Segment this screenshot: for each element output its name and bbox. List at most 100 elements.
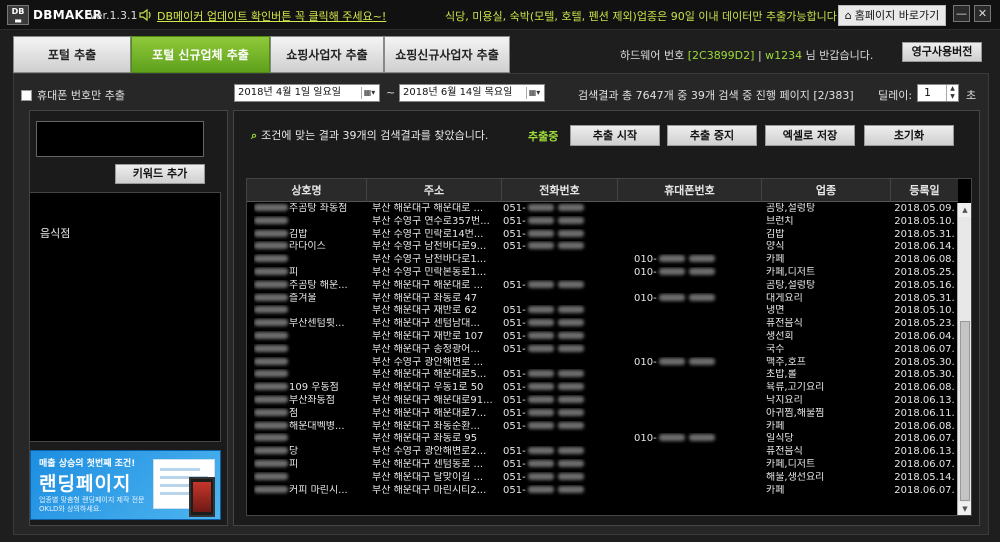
table-row[interactable]: 당 부산 수영구 광안해변로2... 051- 퓨전음식 2018.06.13. <box>247 446 958 459</box>
cell-text: 2018.05.16. <box>894 279 955 291</box>
cell-text: 051- <box>503 484 526 496</box>
tab-portal-new-extract[interactable]: 포털 신규업체 추출 <box>131 36 270 73</box>
table-row[interactable]: 부산 해운대구 송정광어... 051- 국수 2018.06.07. <box>247 344 958 357</box>
table-row[interactable]: 주곰탕 해운... 부산 해운대구 해운대로 ... 051- 곰탕,설렁탕 2018.… <box>247 280 958 293</box>
homepage-button-label: 홈페이지 바로가기 <box>854 9 940 22</box>
column-header-date[interactable]: 등록일 <box>891 179 958 202</box>
cell-text: 육류,고기요리 <box>766 382 825 394</box>
table-row[interactable]: 주곰탕 좌동점 부산 해운대구 해운대로 ... 051- 곰탕,설렁탕 2018.05… <box>247 203 958 216</box>
cell-text: 해운대벡병... <box>289 420 345 432</box>
cell-name: 주곰탕 해운... <box>254 280 367 293</box>
permanent-version-button[interactable]: 영구사용버전 <box>902 42 982 62</box>
redacted-text <box>688 293 715 301</box>
cell-date: 2018.06.14. <box>891 241 958 254</box>
cell-cat: 카페,디저트 <box>766 267 891 280</box>
cell-text: 부산 해운대구 좌동로 95 <box>372 433 478 445</box>
table-row[interactable]: 즐겨울 부산 해운대구 좌동로 47 010- 대게요리 2018.05.31. <box>247 293 958 306</box>
delay-stepper[interactable]: 1 ▲ ▼ <box>917 84 959 102</box>
close-button[interactable]: ✕ <box>974 5 991 22</box>
redacted-text <box>688 357 715 365</box>
results-summary-text: 조건에 맞는 결과 39개의 검색결과를 찾았습니다. <box>261 129 489 142</box>
cell-text: 051- <box>503 471 526 483</box>
cell-mobile <box>634 369 762 382</box>
column-header-mobile[interactable]: 휴대폰번호 <box>618 179 762 202</box>
column-header-address[interactable]: 주소 <box>367 179 502 202</box>
column-header-category[interactable]: 업종 <box>762 179 891 202</box>
cell-text: 카페 <box>766 254 785 266</box>
start-extract-button[interactable]: 추출 시작 <box>570 125 660 146</box>
table-row[interactable]: 부산 해운대구 좌동로 95 010- 일식당 2018.06.07. <box>247 433 958 446</box>
redacted-text <box>527 460 554 467</box>
cell-cat: 카페 <box>766 254 891 267</box>
cell-name: 피 <box>254 459 367 472</box>
cell-text: 카페,디저트 <box>766 267 816 278</box>
hardware-id: [2C3899D2] <box>687 49 755 62</box>
table-row[interactable]: 부산 수영구 연수로357번... 051- 브런치 2018.05.10. <box>247 216 958 229</box>
scroll-up-arrow-icon[interactable]: ▲ <box>958 203 971 217</box>
column-header-name[interactable]: 상호명 <box>247 179 367 202</box>
minimize-button[interactable]: — <box>953 5 970 22</box>
table-row[interactable]: 피 부산 수영구 민락본동로1... 010- 카페,디저트 2018.05.25. <box>247 267 958 280</box>
table-row[interactable]: 해운대벡병... 부산 해운대구 좌동순환... 051- 카페 2018.06.08. <box>247 421 958 434</box>
table-row[interactable]: 커피 마린시... 부산 해운대구 마린시티2... 051- 카페 2018.06.0… <box>247 485 958 498</box>
cell-name <box>254 369 367 382</box>
cell-text: 051- <box>503 331 526 342</box>
table-row[interactable]: 부산 수영구 광안해변로 ... 010- 맥주,호프 2018.05.30. <box>247 357 958 370</box>
cell-text: 051- <box>503 228 526 240</box>
cell-addr: 부산 해운대구 달맞이길 ... <box>372 472 502 485</box>
cell-text: 카페 <box>766 420 785 432</box>
ad-banner[interactable]: 매출 상승의 첫번째 조건! 랜딩페이지 업종별 맞춤형 랜딩페이지 제작 전문… <box>30 450 221 520</box>
reset-button[interactable]: 초기화 <box>864 125 954 146</box>
table-row[interactable]: 피 부산 해운대구 센텀동로 ... 051- 카페,디저트 2018.06.07. <box>247 459 958 472</box>
table-header: 상호명 주소 전화번호 휴대폰번호 업종 등록일 <box>247 179 958 202</box>
redacted-text <box>527 447 554 455</box>
cell-text: 2018.06.11. <box>894 407 955 419</box>
column-header-tel[interactable]: 전화번호 <box>502 179 618 202</box>
cell-text: 051- <box>503 343 526 355</box>
table-row[interactable]: 부산좌동점 부산 해운대구 해운대로91... 051- 낙지요리 2018.06.13… <box>247 395 958 408</box>
mobile-only-checkbox[interactable]: 휴대폰 번호만 추출 <box>21 87 125 103</box>
stepper-arrows-icon[interactable]: ▲ ▼ <box>946 85 958 101</box>
table-row[interactable]: 부산 해운대구 재반로 62 051- 냉면 2018.05.10. <box>247 305 958 318</box>
cell-tel: 051- <box>503 203 618 216</box>
table-row[interactable]: 부산 해운대구 해운대로5... 051- 초밥,롤 2018.05.30. <box>247 369 958 382</box>
cell-cat: 낙지요리 <box>766 395 891 408</box>
calendar-dropdown-icon[interactable]: ▦▾ <box>526 87 542 99</box>
table-scrollbar[interactable]: ▲ ▼ <box>957 203 971 515</box>
homepage-button[interactable]: ⌂ 홈페이지 바로가기 <box>838 5 946 26</box>
cell-text: 010- <box>634 292 657 304</box>
cell-date: 2018.05.23. <box>891 318 958 331</box>
delay-value: 1 <box>924 86 931 99</box>
table-row[interactable]: 부산 수영구 남천바다로1... 010- 카페 2018.06.08. <box>247 254 958 267</box>
keyword-item[interactable]: 음식점 <box>40 225 70 241</box>
date-from-picker[interactable]: 2018년 4월 1일 일요일 ▦▾ <box>234 84 380 102</box>
cell-name: 부산좌동점 <box>254 395 367 408</box>
cell-name: 즐겨울 <box>254 293 367 306</box>
table-row[interactable]: 점 부산 해운대구 해운대로7... 051- 아귀찜,해물찜 2018.06.11. <box>247 408 958 421</box>
tab-shopping-extract[interactable]: 쇼핑사업자 추출 <box>270 36 384 73</box>
update-link[interactable]: DB메이커 업데이트 확인버튼 꼭 클릭해 주세요~! <box>157 8 386 24</box>
cell-text: 맥주,호프 <box>766 356 806 368</box>
stop-extract-button[interactable]: 추출 중지 <box>667 125 757 146</box>
tab-portal-extract[interactable]: 포털 추출 <box>13 36 131 73</box>
date-to-picker[interactable]: 2018년 6월 14일 목요일 ▦▾ <box>399 84 545 102</box>
add-keyword-button[interactable]: 키워드 추가 <box>115 164 205 184</box>
redacted-text <box>658 255 685 263</box>
scroll-thumb[interactable] <box>960 321 970 501</box>
table-row[interactable]: 부산 해운대구 달맞이길 ... 051- 해물,생선요리 2018.05.14. <box>247 472 958 485</box>
table-row[interactable]: 109 우동점 부산 해운대구 우동1로 50 051- 육류,고기요리 2018.06… <box>247 382 958 395</box>
cell-text: 생선회 <box>766 331 794 342</box>
tab-shopping-new-extract[interactable]: 쇼핑신규사업자 추출 <box>384 36 510 73</box>
cell-date: 2018.06.08. <box>891 382 958 395</box>
table-row[interactable]: 부산센텀륏... 부산 해운대구 센텀남대... 051- 퓨전음식 2018.05.2… <box>247 318 958 331</box>
delay-unit: 초 <box>966 89 977 102</box>
keyword-input[interactable] <box>36 121 204 157</box>
scroll-down-arrow-icon[interactable]: ▼ <box>958 502 971 515</box>
excel-save-button[interactable]: 엑셀로 저장 <box>765 125 855 146</box>
table-row[interactable]: 김밥 부산 수영구 민락로14번... 051- 김밥 2018.05.31. <box>247 229 958 242</box>
table-row[interactable]: 부산 해운대구 재반로 107 051- 생선회 2018.06.04. <box>247 331 958 344</box>
cell-name <box>254 254 367 267</box>
checkbox-box[interactable] <box>21 90 32 101</box>
calendar-dropdown-icon[interactable]: ▦▾ <box>361 87 377 99</box>
table-row[interactable]: 라다이스 부산 수영구 남천바다로9... 051- 양식 2018.06.14. <box>247 241 958 254</box>
